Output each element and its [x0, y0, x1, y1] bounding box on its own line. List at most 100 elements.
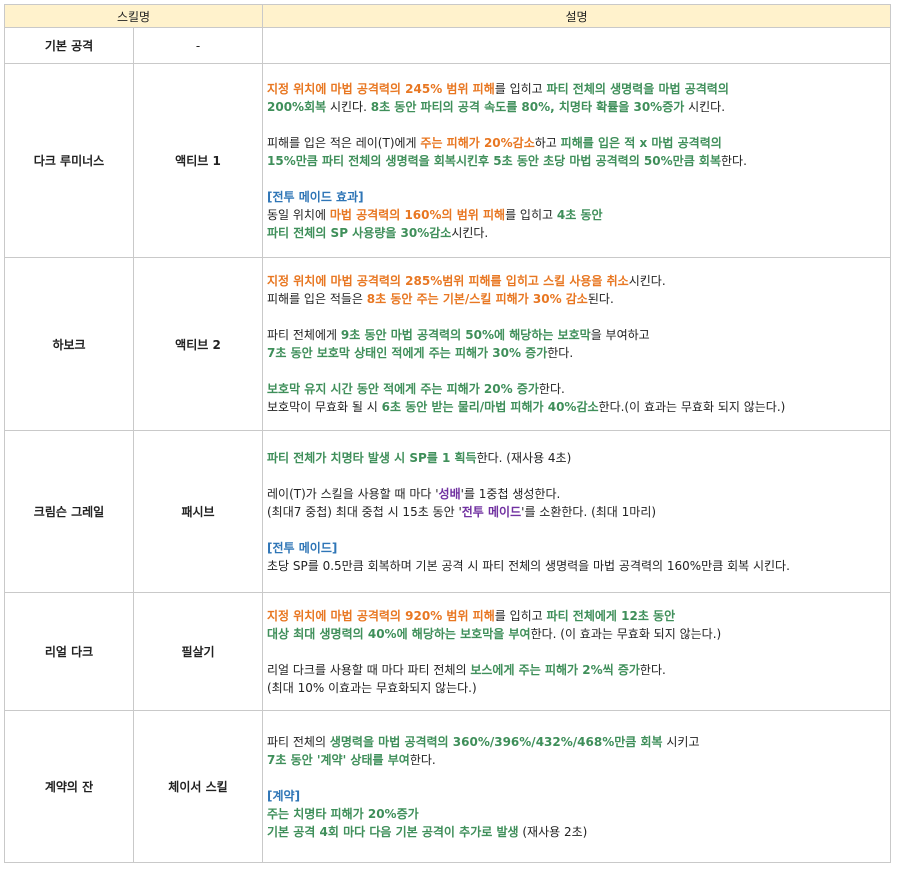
skill-description: 파티 전체가 치명타 발생 시 SP를 1 획득한다. (재사용 4초) 레이(T…: [262, 430, 891, 593]
skill-description: 지정 위치에 마법 공격력의 285%범위 피해를 입히고 스킬 사용을 취소시…: [262, 257, 891, 431]
text-segment: 한다.: [639, 662, 666, 677]
text-segment: 대상 최대 생명력의 40%에 해당하는 보호막을 부여: [267, 626, 531, 641]
description-line: [계약]: [267, 787, 884, 805]
text-segment: 초당 SP를 0.5만큼 회복하며 기본 공격 시 파티 전체의 생명력을 마법…: [267, 558, 790, 573]
text-segment: 를 입히고: [494, 608, 547, 623]
text-segment: 시킨다.: [451, 225, 489, 240]
text-segment: 피해를 입은 적 x 마법 공격력의: [560, 135, 722, 150]
header-description: 설명: [262, 4, 891, 28]
skill-name: 기본 공격: [4, 27, 134, 64]
text-segment: (재사용 2초): [518, 824, 588, 839]
text-segment: 7초 동안 '계약' 상태를 부여: [267, 752, 410, 767]
skill-name: 다크 루미너스: [4, 63, 134, 258]
text-segment: 시키고: [662, 734, 700, 749]
text-segment: 하고: [534, 135, 561, 150]
skill-name: 리얼 다크: [4, 592, 134, 711]
description-line: 피해를 입은 적은 레이(T)에게 주는 피해가 20%감소하고 피해를 입은 …: [267, 134, 884, 152]
description-line: 파티 전체가 치명타 발생 시 SP를 1 획득한다. (재사용 4초): [267, 449, 884, 467]
text-segment: 동일 위치에: [267, 207, 330, 222]
description-line: 보호막 유지 시간 동안 적에게 주는 피해가 20% 증가한다.: [267, 380, 884, 398]
text-segment: '를 1중첩 생성한다.: [460, 486, 561, 501]
description-line: 피해를 입은 적들은 8초 동안 주는 기본/스킬 피해가 30% 감소된다.: [267, 290, 884, 308]
text-segment: 성배: [438, 486, 461, 501]
text-segment: 시킨다.: [628, 274, 666, 288]
text-segment: 한다.: [538, 382, 565, 396]
description-line: 지정 위치에 마법 공격력의 285%범위 피해를 입히고 스킬 사용을 취소시…: [267, 272, 884, 290]
text-segment: 마법 공격력의 160%의 범위 피해: [329, 207, 506, 222]
text-segment: 보호막이 무효화 될 시: [267, 400, 382, 414]
text-segment: 한다.: [547, 346, 574, 360]
skill-type: 필살기: [133, 592, 263, 711]
text-segment: 파티 전체의: [267, 734, 330, 749]
text-segment: 레이(T)가 스킬을 사용할 때 마다 ': [267, 486, 439, 501]
text-segment: 기본 공격 4회 마다 다음 기본 공격이 추가로 발생: [267, 824, 519, 839]
text-segment: [전투 메이드 효과]: [267, 189, 364, 204]
text-segment: 를 입히고: [505, 207, 557, 222]
text-segment: 주는 치명타 피해가 20%증가: [267, 806, 419, 821]
description-line: 리얼 다크를 사용할 때 마다 파티 전체의 보스에게 주는 피해가 2%씩 증…: [267, 661, 884, 679]
text-segment: 지정 위치에 마법 공격력의 920% 범위 피해: [267, 608, 495, 623]
skill-type: -: [133, 27, 263, 64]
description-line: 파티 전체의 생명력을 마법 공격력의 360%/396%/432%/468%만…: [267, 733, 884, 751]
text-segment: 200%회복: [267, 99, 327, 114]
description-line: 기본 공격 4회 마다 다음 기본 공격이 추가로 발생 (재사용 2초): [267, 823, 884, 841]
description-line: 7초 동안 '계약' 상태를 부여한다.: [267, 751, 884, 769]
description-line: 파티 전체에게 9초 동안 마법 공격력의 50%에 해당하는 보호막을 부여하…: [267, 326, 884, 344]
table-row: 다크 루미너스 액티브 1 지정 위치에 마법 공격력의 245% 범위 피해를…: [4, 63, 891, 258]
text-segment: (최대 10% 이효과는 무효화되지 않는다.): [267, 680, 477, 695]
text-segment: 리얼 다크를 사용할 때 마다 파티 전체의: [267, 662, 471, 677]
text-segment: (최대7 중첩) 최대 중첩 시 15초 동안 ': [267, 504, 462, 519]
text-segment: 한다.: [409, 752, 436, 767]
description-line: 파티 전체의 SP 사용량을 30%감소시킨다.: [267, 224, 884, 242]
text-segment: 8초 동안 주는 기본/스킬 피해가 30% 감소: [366, 292, 588, 306]
text-segment: 파티 전체에게: [267, 328, 341, 342]
description-line: (최대7 중첩) 최대 중첩 시 15초 동안 '전투 메이드'를 소환한다. …: [267, 503, 884, 521]
text-segment: 시킨다.: [684, 99, 726, 114]
description-line: 15%만큼 파티 전체의 생명력을 회복시킨후 5초 동안 초당 마법 공격력의…: [267, 152, 884, 170]
description-line: 7초 동안 보호막 상태인 적에게 주는 피해가 30% 증가한다.: [267, 344, 884, 362]
text-segment: 을 부여하고: [590, 328, 650, 342]
description-line: (최대 10% 이효과는 무효화되지 않는다.): [267, 679, 884, 697]
table-row: 계약의 잔 체이서 스킬 파티 전체의 생명력을 마법 공격력의 360%/39…: [4, 710, 891, 863]
text-segment: 주는 피해가 20%감소: [420, 135, 535, 150]
description-line: 보호막이 무효화 될 시 6초 동안 받는 물리/마법 피해가 40%감소한다.…: [267, 398, 884, 416]
skill-type: 액티브 1: [133, 63, 263, 258]
text-segment: 보스에게 주는 피해가 2%씩 증가: [470, 662, 640, 677]
description-line: 레이(T)가 스킬을 사용할 때 마다 '성배'를 1중첩 생성한다.: [267, 485, 884, 503]
text-segment: 7초 동안 보호막 상태인 적에게 주는 피해가 30% 증가: [267, 346, 548, 360]
text-segment: 전투 메이드: [461, 504, 522, 519]
text-segment: 지정 위치에 마법 공격력의 285%범위 피해를 입히고 스킬 사용을 취소: [267, 274, 629, 288]
text-segment: 파티 전체의 SP 사용량을 30%감소: [267, 225, 452, 240]
description-line: 동일 위치에 마법 공격력의 160%의 범위 피해를 입히고 4초 동안: [267, 206, 884, 224]
text-segment: 파티 전체의 생명력을 마법 공격력의: [546, 81, 729, 96]
description-line: 주는 치명타 피해가 20%증가: [267, 805, 884, 823]
text-segment: 한다. (이 효과는 무효화 되지 않는다.): [530, 626, 722, 641]
description-line: 지정 위치에 마법 공격력의 920% 범위 피해를 입히고 파티 전체에게 1…: [267, 607, 884, 625]
description-line: 초당 SP를 0.5만큼 회복하며 기본 공격 시 파티 전체의 생명력을 마법…: [267, 557, 884, 575]
table-row: 기본 공격 -: [4, 27, 891, 64]
description-line: 200%회복 시킨다. 8초 동안 파티의 공격 속도를 80%, 치명타 확률…: [267, 98, 884, 116]
table-row: 하보크 액티브 2 지정 위치에 마법 공격력의 285%범위 피해를 입히고 …: [4, 257, 891, 431]
text-segment: [전투 메이드]: [267, 540, 338, 555]
skill-name: 크림슨 그레일: [4, 430, 134, 593]
skill-type: 액티브 2: [133, 257, 263, 431]
text-segment: 피해를 입은 적들은: [267, 292, 367, 306]
text-segment: 피해를 입은 적은 레이(T)에게: [267, 135, 421, 150]
description-line: [전투 메이드 효과]: [267, 188, 884, 206]
skill-type: 패시브: [133, 430, 263, 593]
header-skill-name: 스킬명: [4, 4, 263, 28]
text-segment: 4초 동안: [556, 207, 603, 222]
description-line: 지정 위치에 마법 공격력의 245% 범위 피해를 입히고 파티 전체의 생명…: [267, 80, 884, 98]
skill-description: 지정 위치에 마법 공격력의 245% 범위 피해를 입히고 파티 전체의 생명…: [262, 63, 891, 258]
text-segment: 를 입히고: [494, 81, 547, 96]
text-segment: 8초 동안 파티의 공격 속도를 80%, 치명타 확률을 30%증가: [370, 99, 685, 114]
text-segment: 시킨다.: [326, 99, 371, 114]
skill-description: [262, 27, 891, 64]
text-segment: 파티 전체가 치명타 발생 시 SP를 1 획득: [267, 450, 477, 465]
